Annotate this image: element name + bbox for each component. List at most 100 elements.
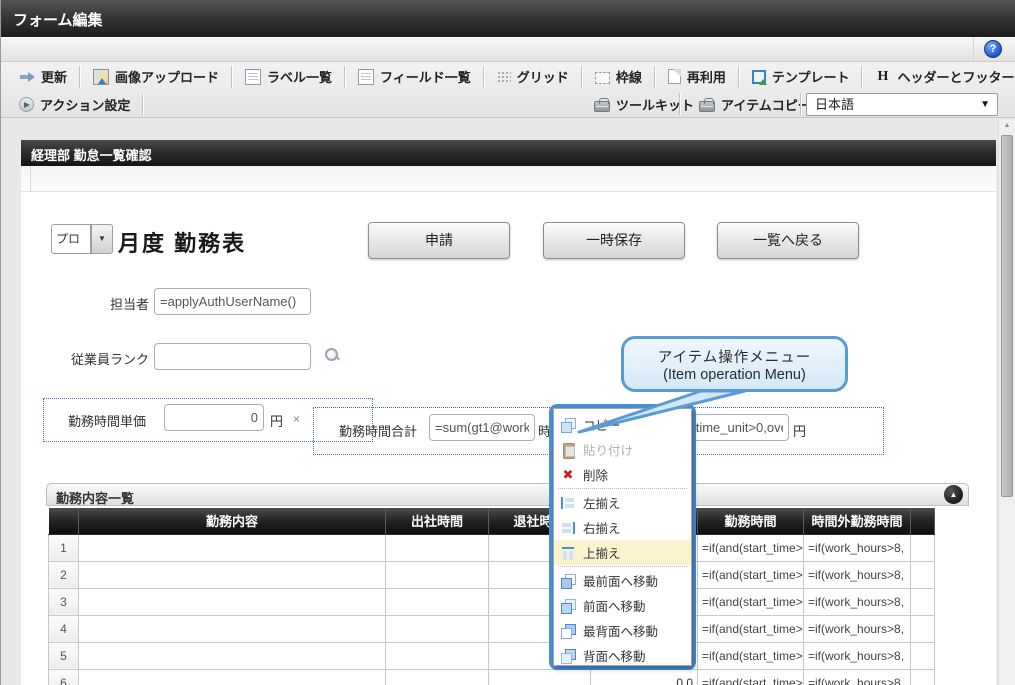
scrollbar-thumb[interactable]: [1001, 135, 1013, 497]
cell[interactable]: =if(work_hours>8,: [804, 642, 911, 669]
toolbox-icon: [594, 101, 610, 112]
toolbar-separator: [79, 66, 81, 88]
border-button[interactable]: 枠線: [585, 65, 652, 89]
table-row: 1 0.0 =if(and(start_time> =if(work_hours…: [49, 534, 935, 561]
menu-item-send-backward[interactable]: 背面へ移動: [554, 643, 691, 668]
cell[interactable]: [386, 642, 489, 669]
unit-price-input[interactable]: [164, 404, 264, 431]
back-to-list-button[interactable]: 一覧へ戻る: [717, 222, 859, 259]
toolbar-separator: [483, 66, 485, 88]
cell[interactable]: [79, 642, 386, 669]
ruler-cell: [21, 166, 31, 192]
cell[interactable]: =if(work_hours>8,: [804, 588, 911, 615]
cell[interactable]: [79, 669, 386, 685]
help-icon[interactable]: ?: [984, 40, 1002, 58]
toolbar: 更新 画像アップロード ラベル一覧 フィールド一覧 グリッド: [1, 62, 1015, 118]
cell[interactable]: [386, 561, 489, 588]
cell[interactable]: =if(and(start_time>: [698, 669, 804, 685]
cell[interactable]: [489, 669, 591, 685]
cell[interactable]: [79, 561, 386, 588]
cell[interactable]: [79, 534, 386, 561]
total-hours-input[interactable]: [429, 414, 535, 441]
update-button[interactable]: 更新: [9, 65, 77, 89]
cell[interactable]: [911, 534, 935, 561]
cell[interactable]: =if(and(start_time>: [698, 642, 804, 669]
title-bar: フォーム編集: [1, 0, 1015, 37]
action-arrow-icon: [19, 97, 34, 112]
cell[interactable]: [386, 588, 489, 615]
collapse-button[interactable]: ▲: [944, 485, 963, 504]
cell[interactable]: [79, 615, 386, 642]
cell[interactable]: [911, 615, 935, 642]
toolbar-separator: [738, 66, 740, 88]
field-list-button[interactable]: フィールド一覧: [348, 65, 481, 89]
menu-item-delete[interactable]: ✖ 削除: [554, 462, 691, 487]
form-section-bar: 経理部 勤怠一覧確認: [21, 140, 996, 166]
window-title: フォーム編集: [13, 9, 103, 30]
table-section-title: 勤務内容一覧: [56, 488, 134, 507]
cell[interactable]: =if(work_hours>8,: [804, 669, 911, 685]
cell[interactable]: =if(work_hours>8,: [804, 534, 911, 561]
cell[interactable]: [911, 588, 935, 615]
vertical-scrollbar[interactable]: ▲: [998, 120, 1015, 685]
cell[interactable]: [386, 615, 489, 642]
align-top-icon: [560, 545, 576, 561]
image-upload-icon: [93, 69, 109, 85]
cell[interactable]: 0.0: [591, 669, 698, 685]
menu-item-bring-forward[interactable]: 前面へ移動: [554, 593, 691, 618]
list-icon: [358, 69, 374, 85]
callout-line-1: アイテム操作メニュー: [658, 346, 812, 367]
menu-item-align-right[interactable]: 右揃え: [554, 515, 691, 540]
border-frame-icon: [595, 72, 610, 84]
cell[interactable]: =if(and(start_time>: [698, 534, 804, 561]
label-list-button[interactable]: ラベル一覧: [235, 65, 342, 89]
col-header: [911, 508, 935, 534]
menu-item-bring-to-front[interactable]: 最前面へ移動: [554, 568, 691, 593]
image-upload-button[interactable]: 画像アップロード: [83, 65, 229, 89]
cell[interactable]: [79, 588, 386, 615]
cell[interactable]: =if(and(start_time>: [698, 615, 804, 642]
yen-unit-label: 円: [793, 421, 806, 440]
align-left-icon: [560, 495, 576, 511]
table-section-bar: 勤務内容一覧 ▲: [46, 483, 969, 506]
scroll-up-icon[interactable]: ▲: [999, 122, 1015, 129]
table-row: 6 0.0 =if(and(start_time> =if(work_hours…: [49, 669, 935, 685]
menu-item-align-top[interactable]: 上揃え: [554, 540, 691, 565]
col-header: [49, 508, 79, 534]
temp-save-button[interactable]: 一時保存: [543, 222, 685, 259]
form-title: 月度 勤務表: [118, 226, 246, 258]
toolbar-row-1: 更新 画像アップロード ラベル一覧 フィールド一覧 グリッド: [1, 63, 1015, 90]
cell[interactable]: [911, 642, 935, 669]
template-button[interactable]: テンプレート: [742, 65, 860, 89]
cell[interactable]: =if(work_hours>8,: [804, 615, 911, 642]
toolbar-separator: [142, 94, 144, 116]
search-icon[interactable]: [324, 347, 340, 363]
title-combo-dropdown-button[interactable]: ▼: [91, 224, 113, 254]
cell[interactable]: =if(work_hours>8,: [804, 561, 911, 588]
menu-item-align-left[interactable]: 左揃え: [554, 490, 691, 515]
rank-input[interactable]: [154, 343, 311, 370]
cell[interactable]: [911, 561, 935, 588]
submit-button[interactable]: 申請: [368, 222, 510, 259]
title-combo-input[interactable]: プロ: [51, 224, 91, 254]
tantousha-input[interactable]: [154, 288, 311, 315]
row-number: 2: [49, 561, 79, 588]
menu-item-paste[interactable]: 貼り付け: [554, 437, 691, 462]
cell[interactable]: [386, 669, 489, 685]
reuse-button[interactable]: 再利用: [658, 65, 736, 89]
item-operation-menu: コピー 貼り付け ✖ 削除 左揃え 右揃え: [553, 408, 692, 666]
menu-item-send-to-back[interactable]: 最背面へ移動: [554, 618, 691, 643]
action-settings-button[interactable]: アクション設定: [9, 93, 140, 117]
col-header-overtime-hours: 時間外勤務時間: [804, 508, 911, 534]
cell[interactable]: =if(and(start_time>: [698, 588, 804, 615]
grid-button[interactable]: グリッド: [487, 65, 579, 89]
toolkit-button[interactable]: ツールキット: [584, 92, 704, 116]
multiply-sign: ×: [293, 412, 300, 426]
context-menu-highlight: コピー 貼り付け ✖ 削除 左揃え 右揃え: [549, 404, 696, 670]
header-footer-button[interactable]: ヘッダーとフッター: [865, 65, 1015, 89]
cell[interactable]: =if(and(start_time>: [698, 561, 804, 588]
cell[interactable]: [386, 534, 489, 561]
cell[interactable]: [911, 669, 935, 685]
language-select[interactable]: 日本語 ▼: [806, 93, 998, 116]
toolbar-row-2: アクション設定 ツールキット アイテムコピー 日本語 ▼: [1, 91, 1015, 118]
